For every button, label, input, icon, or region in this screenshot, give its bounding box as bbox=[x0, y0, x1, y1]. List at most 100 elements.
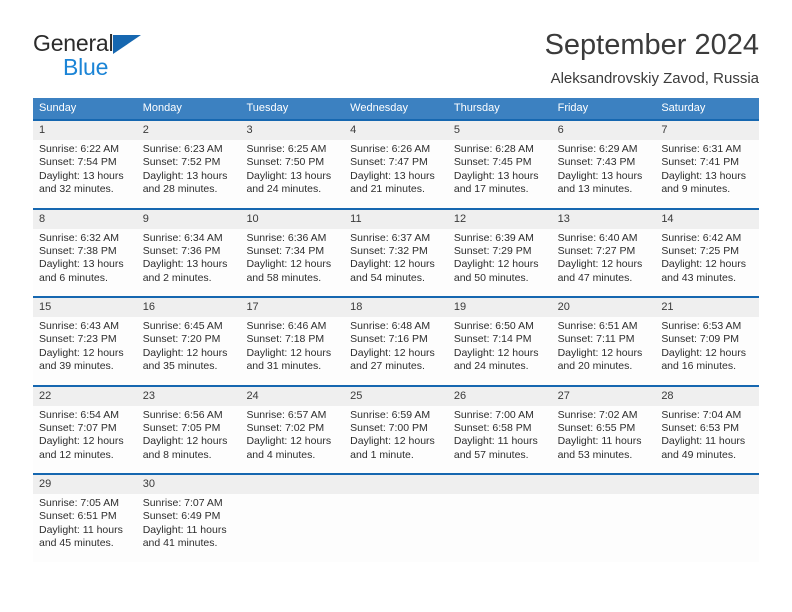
calendar-day-cell-22[interactable]: 22 Sunrise: 6:54 AM Sunset: 7:07 PM Dayl… bbox=[33, 386, 137, 473]
daylight-text-line2: and 49 minutes. bbox=[661, 448, 737, 461]
day-details bbox=[240, 494, 344, 497]
day-number: 26 bbox=[447, 386, 552, 406]
day-details: Sunrise: 6:48 AM Sunset: 7:16 PM Dayligh… bbox=[344, 317, 448, 374]
calendar-day-cell-5[interactable]: 5 Sunrise: 6:28 AM Sunset: 7:45 PM Dayli… bbox=[447, 121, 552, 208]
calendar-day-cell-24[interactable]: 24 Sunrise: 6:57 AM Sunset: 7:02 PM Dayl… bbox=[240, 386, 345, 473]
sunrise-text: Sunrise: 6:32 AM bbox=[39, 231, 119, 244]
day-details: Sunrise: 6:22 AM Sunset: 7:54 PM Dayligh… bbox=[33, 140, 137, 197]
calendar-day-cell-27[interactable]: 27 Sunrise: 7:02 AM Sunset: 6:55 PM Dayl… bbox=[551, 386, 656, 473]
calendar-day-cell-20[interactable]: 20 Sunrise: 6:51 AM Sunset: 7:11 PM Dayl… bbox=[551, 298, 656, 385]
day-number: 14 bbox=[655, 209, 760, 229]
day-number: 18 bbox=[344, 298, 448, 317]
calendar-weeks: 1 Sunrise: 6:22 AM Sunset: 7:54 PM Dayli… bbox=[33, 119, 760, 562]
sunrise-text: Sunrise: 7:02 AM bbox=[557, 408, 638, 421]
day-details: Sunrise: 6:57 AM Sunset: 7:02 PM Dayligh… bbox=[240, 406, 344, 463]
weekday-header-thursday: Thursday bbox=[453, 102, 500, 114]
calendar-day-cell-25[interactable]: 25 Sunrise: 6:59 AM Sunset: 7:00 PM Dayl… bbox=[344, 386, 448, 473]
sunset-text: Sunset: 7:11 PM bbox=[557, 333, 635, 346]
calendar-day-cell-12[interactable]: 12 Sunrise: 6:39 AM Sunset: 7:29 PM Dayl… bbox=[447, 209, 552, 296]
day-number: 3 bbox=[240, 121, 345, 140]
calendar-day-cell-30[interactable]: 30 Sunrise: 7:07 AM Sunset: 6:49 PM Dayl… bbox=[136, 475, 241, 562]
sunrise-text: Sunrise: 6:51 AM bbox=[557, 320, 638, 332]
daylight-text-line2: and 9 minutes. bbox=[661, 183, 731, 196]
day-details bbox=[552, 494, 656, 497]
calendar-day-cell-8[interactable]: 8 Sunrise: 6:32 AM Sunset: 7:38 PM Dayli… bbox=[33, 209, 137, 296]
calendar-day-cell-18[interactable]: 18 Sunrise: 6:48 AM Sunset: 7:16 PM Dayl… bbox=[344, 298, 448, 385]
daylight-text-line2: and 39 minutes. bbox=[39, 360, 114, 373]
calendar-day-cell-empty bbox=[240, 475, 345, 562]
calendar-day-cell-15[interactable]: 15 Sunrise: 6:43 AM Sunset: 7:23 PM Dayl… bbox=[33, 298, 137, 385]
day-number: 1 bbox=[33, 121, 137, 140]
daylight-text-line2: and 57 minutes. bbox=[453, 448, 529, 461]
daylight-text-line1: Daylight: 13 hours bbox=[246, 169, 332, 182]
calendar-day-cell-13[interactable]: 13 Sunrise: 6:40 AM Sunset: 7:27 PM Dayl… bbox=[551, 209, 656, 296]
sunrise-text: Sunrise: 6:57 AM bbox=[246, 408, 327, 421]
daylight-text-line2: and 35 minutes. bbox=[142, 360, 218, 373]
daylight-text-line1: Daylight: 12 hours bbox=[246, 346, 332, 359]
calendar-day-cell-26[interactable]: 26 Sunrise: 7:00 AM Sunset: 6:58 PM Dayl… bbox=[447, 386, 552, 473]
sunset-text: Sunset: 7:07 PM bbox=[39, 421, 117, 434]
calendar-day-cell-3[interactable]: 3 Sunrise: 6:25 AM Sunset: 7:50 PM Dayli… bbox=[240, 121, 345, 208]
day-number: 12 bbox=[447, 209, 552, 229]
calendar-day-cell-28[interactable]: 28 Sunrise: 7:04 AM Sunset: 6:53 PM Dayl… bbox=[655, 386, 760, 473]
day-number: 25 bbox=[344, 386, 448, 406]
day-number: 21 bbox=[655, 298, 760, 317]
daylight-text-line2: and 16 minutes. bbox=[661, 360, 737, 373]
sunset-text: Sunset: 7:09 PM bbox=[661, 333, 739, 346]
sunset-text: Sunset: 7:00 PM bbox=[350, 421, 428, 434]
daylight-text-line1: Daylight: 12 hours bbox=[557, 346, 643, 359]
sunrise-text: Sunrise: 6:29 AM bbox=[557, 143, 638, 155]
day-number bbox=[240, 475, 345, 494]
daylight-text-line2: and 53 minutes. bbox=[557, 448, 633, 461]
calendar-day-cell-4[interactable]: 4 Sunrise: 6:26 AM Sunset: 7:47 PM Dayli… bbox=[344, 121, 448, 208]
calendar-day-cell-10[interactable]: 10 Sunrise: 6:36 AM Sunset: 7:34 PM Dayl… bbox=[240, 209, 345, 296]
sunrise-text: Sunrise: 6:22 AM bbox=[39, 143, 119, 155]
day-number: 4 bbox=[344, 121, 448, 140]
day-details: Sunrise: 6:40 AM Sunset: 7:27 PM Dayligh… bbox=[552, 229, 656, 286]
calendar-day-cell-7[interactable]: 7 Sunrise: 6:31 AM Sunset: 7:41 PM Dayli… bbox=[655, 121, 760, 208]
calendar-day-cell-11[interactable]: 11 Sunrise: 6:37 AM Sunset: 7:32 PM Dayl… bbox=[344, 209, 448, 296]
daylight-text-line1: Daylight: 12 hours bbox=[39, 346, 124, 359]
day-details bbox=[344, 494, 448, 497]
calendar-day-cell-21[interactable]: 21 Sunrise: 6:53 AM Sunset: 7:09 PM Dayl… bbox=[655, 298, 760, 385]
sunset-text: Sunset: 6:55 PM bbox=[557, 421, 636, 434]
calendar-day-cell-19[interactable]: 19 Sunrise: 6:50 AM Sunset: 7:14 PM Dayl… bbox=[447, 298, 552, 385]
calendar-day-cell-23[interactable]: 23 Sunrise: 6:56 AM Sunset: 7:05 PM Dayl… bbox=[136, 386, 241, 473]
day-number bbox=[655, 475, 760, 494]
generalblue-logo: General Blue bbox=[33, 26, 183, 79]
calendar-day-cell-14[interactable]: 14 Sunrise: 6:42 AM Sunset: 7:25 PM Dayl… bbox=[655, 209, 760, 296]
calendar-day-cell-9[interactable]: 9 Sunrise: 6:34 AM Sunset: 7:36 PM Dayli… bbox=[136, 209, 241, 296]
daylight-text-line2: and 2 minutes. bbox=[142, 271, 212, 284]
sunrise-text: Sunrise: 6:50 AM bbox=[453, 320, 534, 332]
calendar-day-cell-17[interactable]: 17 Sunrise: 6:46 AM Sunset: 7:18 PM Dayl… bbox=[240, 298, 345, 385]
day-details: Sunrise: 6:39 AM Sunset: 7:29 PM Dayligh… bbox=[448, 229, 552, 286]
daylight-text-line1: Daylight: 12 hours bbox=[350, 435, 435, 448]
calendar-day-cell-29[interactable]: 29 Sunrise: 7:05 AM Sunset: 6:51 PM Dayl… bbox=[33, 475, 137, 562]
daylight-text-line1: Daylight: 12 hours bbox=[350, 346, 435, 359]
daylight-text-line2: and 24 minutes. bbox=[453, 360, 529, 373]
day-details: Sunrise: 6:26 AM Sunset: 7:47 PM Dayligh… bbox=[344, 140, 448, 197]
day-number: 27 bbox=[551, 386, 656, 406]
sunset-text: Sunset: 6:58 PM bbox=[453, 421, 532, 434]
calendar-grid: Sunday Monday Tuesday Wednesday Thursday… bbox=[33, 98, 760, 562]
calendar-day-cell-16[interactable]: 16 Sunrise: 6:45 AM Sunset: 7:20 PM Dayl… bbox=[136, 298, 241, 385]
calendar-day-cell-empty bbox=[344, 475, 448, 562]
calendar-week-row-3: 15 Sunrise: 6:43 AM Sunset: 7:23 PM Dayl… bbox=[33, 296, 760, 385]
daylight-text-line2: and 17 minutes. bbox=[453, 183, 529, 196]
calendar-day-cell-1[interactable]: 1 Sunrise: 6:22 AM Sunset: 7:54 PM Dayli… bbox=[33, 121, 137, 208]
daylight-text-line1: Daylight: 12 hours bbox=[557, 258, 643, 271]
day-details: Sunrise: 6:43 AM Sunset: 7:23 PM Dayligh… bbox=[33, 317, 137, 374]
sunrise-text: Sunrise: 7:04 AM bbox=[661, 408, 742, 421]
daylight-text-line2: and 12 minutes. bbox=[39, 448, 114, 461]
day-number: 5 bbox=[447, 121, 552, 140]
sunset-text: Sunset: 7:29 PM bbox=[453, 244, 532, 257]
daylight-text-line2: and 58 minutes. bbox=[246, 271, 322, 284]
calendar-day-cell-2[interactable]: 2 Sunrise: 6:23 AM Sunset: 7:52 PM Dayli… bbox=[136, 121, 241, 208]
calendar-day-cell-6[interactable]: 6 Sunrise: 6:29 AM Sunset: 7:43 PM Dayli… bbox=[551, 121, 656, 208]
daylight-text-line2: and 13 minutes. bbox=[557, 183, 633, 196]
sunset-text: Sunset: 7:18 PM bbox=[246, 333, 325, 346]
sunset-text: Sunset: 7:41 PM bbox=[661, 156, 739, 169]
daylight-text-line2: and 31 minutes. bbox=[246, 360, 322, 373]
weekday-header-tuesday: Tuesday bbox=[246, 102, 289, 114]
daylight-text-line1: Daylight: 12 hours bbox=[246, 435, 332, 448]
